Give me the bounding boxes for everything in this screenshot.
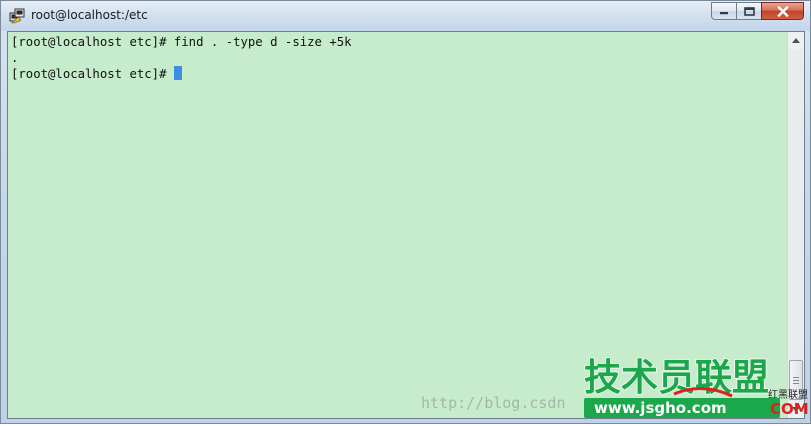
scroll-up-button[interactable]	[788, 32, 804, 49]
terminal-line: [root@localhost etc]#	[11, 67, 167, 81]
watermark-logo: 技术员联盟 红黑联盟 www.jsgho.com COM	[582, 354, 810, 422]
terminal-line: .	[11, 51, 19, 65]
close-button[interactable]	[761, 2, 804, 20]
caption-buttons	[711, 2, 804, 22]
minimize-icon	[720, 12, 728, 15]
maximize-icon	[743, 6, 755, 16]
terminal-prompt-line: [root@localhost etc]#	[11, 66, 788, 82]
close-icon	[776, 5, 789, 17]
title-bar[interactable]: root@localhost:/etc	[1, 1, 810, 31]
putty-app-icon[interactable]	[9, 8, 25, 24]
minimize-button[interactable]	[711, 2, 737, 20]
text-cursor	[174, 66, 183, 80]
arrow-up-icon	[792, 38, 800, 43]
logo-site-text: www.jsgho.com	[594, 399, 727, 417]
window-title: root@localhost:/etc	[31, 8, 148, 22]
watermark-url: http://blog.csdn	[421, 394, 566, 412]
terminal-line: [root@localhost etc]# find . -type d -si…	[11, 35, 352, 49]
maximize-button[interactable]	[736, 2, 762, 20]
logo-com-text: COM	[770, 400, 809, 418]
